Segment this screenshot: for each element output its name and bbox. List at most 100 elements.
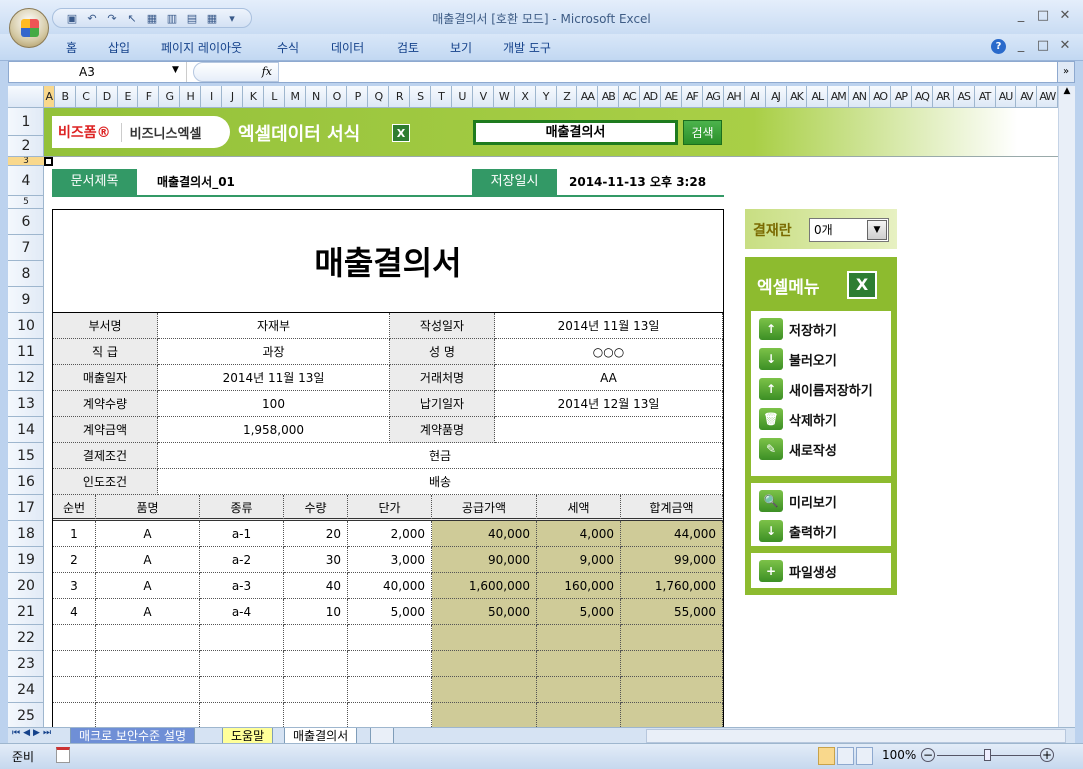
item-cell[interactable]: 4 [53,599,96,625]
macro-record-icon[interactable] [56,747,70,763]
column-header[interactable]: AT [975,86,996,107]
menu-item-save[interactable]: ↑ 저장하기 [759,317,837,341]
item-cell[interactable] [621,677,723,703]
item-cell[interactable]: A [96,521,200,547]
item-cell[interactable]: 1 [53,521,96,547]
column-header[interactable]: D [97,86,118,107]
item-cell[interactable] [200,651,284,677]
column-header[interactable]: AN [849,86,871,107]
column-header[interactable]: AD [640,86,662,107]
sheet-tab[interactable]: 매출결의서 [284,728,358,744]
info-value[interactable]: ○○○ [495,339,723,365]
column-header[interactable]: G [159,86,181,107]
column-header[interactable]: O [327,86,348,107]
row-header[interactable]: 17 [8,495,44,521]
item-cell[interactable]: 2,000 [348,521,432,547]
maximize-button[interactable]: □ [1032,8,1054,23]
normal-view-icon[interactable] [818,747,835,765]
column-header[interactable]: AM [828,86,850,107]
row-header[interactable]: 7 [8,235,44,261]
info-value[interactable]: 2014년 11월 13일 [495,313,723,339]
row-header[interactable]: 5 [8,196,44,209]
column-header[interactable]: Q [368,86,390,107]
column-header[interactable]: AR [933,86,954,107]
item-cell[interactable]: A [96,547,200,573]
row-header[interactable]: 16 [8,469,44,495]
grid-icon[interactable]: ▥ [165,12,179,25]
column-header[interactable]: M [285,86,306,107]
item-cell[interactable] [537,677,621,703]
item-cell[interactable] [537,651,621,677]
item-cell[interactable] [284,677,348,703]
item-cell[interactable]: a-2 [200,547,284,573]
item-cell[interactable]: 9,000 [537,547,621,573]
column-header[interactable]: AI [745,86,766,107]
info-value[interactable]: 과장 [158,339,390,365]
item-cell[interactable]: 40,000 [432,521,537,547]
workbook-minimize-button[interactable]: _ [1010,38,1032,53]
horizontal-scrollbar[interactable] [646,729,1066,743]
tab-developer[interactable]: 개발 도구 [503,39,551,56]
customize-icon[interactable]: ▾ [225,12,239,25]
item-cell[interactable]: a-1 [200,521,284,547]
page-layout-view-icon[interactable] [837,747,854,765]
item-cell[interactable]: 4,000 [537,521,621,547]
item-cell[interactable]: 99,000 [621,547,723,573]
row-header[interactable]: 3 [8,157,44,166]
item-cell[interactable]: 10 [284,599,348,625]
item-cell[interactable] [53,625,96,651]
tab-view[interactable]: 보기 [450,39,472,56]
item-cell[interactable]: 160,000 [537,573,621,599]
info-value[interactable] [495,417,723,443]
table-icon[interactable]: ▦ [145,12,159,25]
item-cell[interactable] [621,703,723,727]
name-box-dropdown-icon[interactable]: ▼ [172,65,179,75]
item-cell[interactable]: 20 [284,521,348,547]
formula-input[interactable] [281,62,1056,82]
row-header[interactable]: 13 [8,391,44,417]
item-cell[interactable]: 40,000 [348,573,432,599]
help-icon[interactable]: ? [991,39,1006,54]
row-header[interactable]: 23 [8,651,44,677]
row-header[interactable]: 9 [8,287,44,313]
column-header[interactable]: F [138,86,160,107]
row-header[interactable]: 25 [8,703,44,729]
column-header[interactable]: AC [619,86,641,107]
row-header[interactable]: 24 [8,677,44,703]
pointer-icon[interactable]: ↖ [125,12,139,25]
item-cell[interactable] [53,651,96,677]
item-cell[interactable] [284,625,348,651]
item-cell[interactable] [621,651,723,677]
item-cell[interactable]: 3,000 [348,547,432,573]
item-cell[interactable]: A [96,599,200,625]
item-cell[interactable] [53,677,96,703]
item-cell[interactable]: 2 [53,547,96,573]
column-header[interactable]: AW [1037,86,1059,107]
item-cell[interactable] [200,677,284,703]
item-cell[interactable]: 1,600,000 [432,573,537,599]
office-button[interactable] [9,8,49,48]
zoom-out-icon[interactable]: − [921,748,935,762]
item-cell[interactable]: A [96,573,200,599]
search-button[interactable]: 검색 [683,120,722,145]
column-header[interactable]: AE [661,86,682,107]
insert-sheet-icon[interactable] [370,728,394,744]
item-cell[interactable]: a-3 [200,573,284,599]
column-header[interactable]: C [76,86,97,107]
column-header[interactable]: P [347,86,369,107]
column-header[interactable]: AH [724,86,745,107]
menu-item-new-file[interactable]: + 파일생성 [759,559,837,583]
column-header[interactable]: AG [703,86,724,107]
row-header[interactable]: 15 [8,443,44,469]
column-header[interactable]: AJ [766,86,787,107]
item-cell[interactable] [432,703,537,727]
tab-insert[interactable]: 삽입 [108,39,130,56]
column-header[interactable]: AO [870,86,892,107]
expand-formula-bar-icon[interactable]: » [1057,62,1074,82]
column-header[interactable]: L [264,86,285,107]
sheet-tab[interactable]: 도움말 [222,728,274,744]
doc-title-value[interactable]: 매출결의서_01 [157,169,235,195]
info-value[interactable]: 2014년 12월 13일 [495,391,723,417]
item-cell[interactable] [432,651,537,677]
column-header[interactable]: AL [807,86,829,107]
